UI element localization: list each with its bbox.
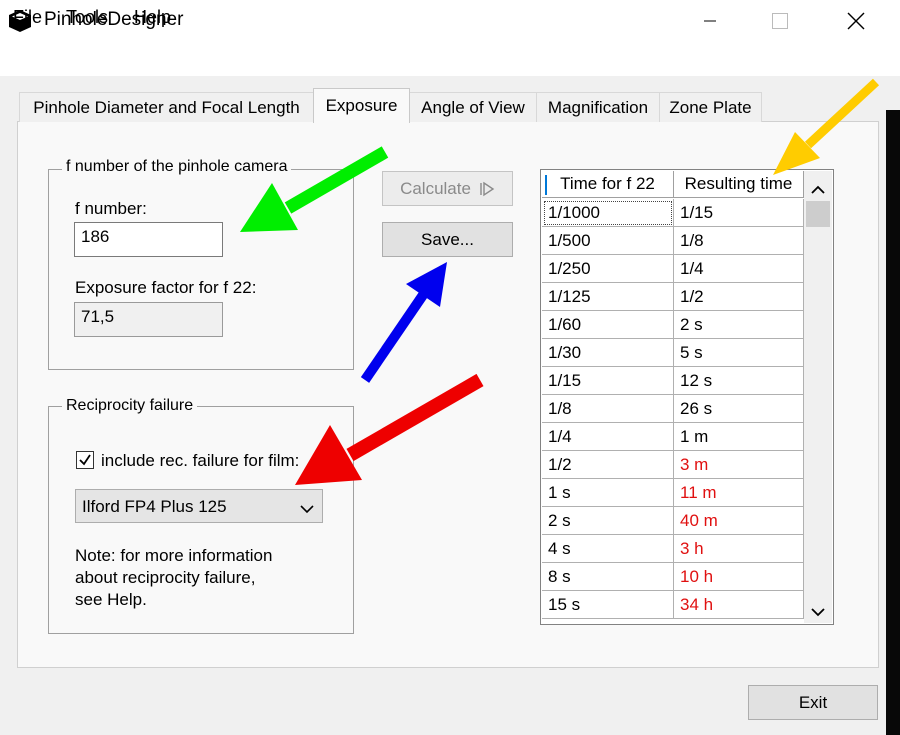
tab-zone-plate[interactable]: Zone Plate [659, 92, 762, 122]
table-cell-result[interactable]: 2 s [674, 311, 804, 339]
table-cell-time[interactable]: 1/30 [542, 339, 674, 367]
maximize-button[interactable] [750, 0, 810, 42]
table-cell-time[interactable]: 1/8 [542, 395, 674, 423]
calculate-button: Calculate [382, 171, 513, 206]
table-cell-result[interactable]: 1 m [674, 423, 804, 451]
note-line-1: Note: for more information [75, 546, 273, 565]
exit-button[interactable]: Exit [748, 685, 878, 720]
tab-magnification[interactable]: Magnification [536, 92, 660, 122]
scrollbar-thumb[interactable] [806, 201, 830, 227]
close-button[interactable] [826, 0, 886, 42]
film-select-value: Ilford FP4 Plus 125 [82, 497, 227, 516]
table-cell-time[interactable]: 1/500 [542, 227, 674, 255]
table-cell-time[interactable]: 1/1000 [542, 199, 674, 227]
exposure-factor-label: Exposure factor for f 22: [75, 278, 257, 297]
table-cell-time[interactable]: 1 s [542, 479, 674, 507]
table-cell-time[interactable]: 1/125 [542, 283, 674, 311]
menu-help[interactable]: Help [134, 7, 171, 28]
save-button[interactable]: Save... [382, 222, 513, 257]
table-cell-time[interactable]: 8 s [542, 563, 674, 591]
table-cell-result[interactable]: 26 s [674, 395, 804, 423]
menu-file[interactable]: File [13, 7, 42, 28]
tab-angle-of-view[interactable]: Angle of View [409, 92, 537, 122]
checkmark-icon [79, 454, 91, 466]
tab-exposure[interactable]: Exposure [313, 88, 410, 123]
note-line-2: about reciprocity failure, [75, 568, 256, 587]
reciprocity-checkbox-label[interactable]: include rec. failure for film: [101, 451, 299, 471]
table-cell-result[interactable]: 1/8 [674, 227, 804, 255]
fnumber-label: f number: [75, 199, 147, 218]
close-icon [847, 12, 865, 30]
table-cell-time[interactable]: 2 s [542, 507, 674, 535]
table-cell-time[interactable]: 1/4 [542, 423, 674, 451]
table-cell-result[interactable]: 11 m [674, 479, 804, 507]
reciprocity-checkbox[interactable] [76, 451, 94, 469]
maximize-icon [772, 13, 788, 29]
header-focus-marker [545, 175, 547, 195]
table-cell-time[interactable]: 1/2 [542, 451, 674, 479]
table-cell-result[interactable]: 1/4 [674, 255, 804, 283]
table-cell-result[interactable]: 1/15 [674, 199, 804, 227]
menu-tools[interactable]: Tools [66, 7, 108, 28]
chevron-down-icon [300, 499, 314, 519]
reciprocity-group-legend: Reciprocity failure [62, 397, 198, 415]
table-cell-result[interactable]: 10 h [674, 563, 804, 591]
minimize-icon [704, 20, 716, 22]
scroll-down-icon[interactable] [811, 602, 825, 622]
table-cell-result[interactable]: 34 h [674, 591, 804, 619]
menu-bar [0, 42, 900, 76]
table-cell-time[interactable]: 1/250 [542, 255, 674, 283]
tab-pinhole-diameter[interactable]: Pinhole Diameter and Focal Length [19, 92, 314, 122]
minimize-button[interactable] [680, 0, 740, 42]
table-cell-time[interactable]: 4 s [542, 535, 674, 563]
table-cell-result[interactable]: 12 s [674, 367, 804, 395]
table-cell-time[interactable]: 15 s [542, 591, 674, 619]
table-cell-result[interactable]: 3 h [674, 535, 804, 563]
table-cell-result[interactable]: 5 s [674, 339, 804, 367]
fnumber-group-legend: f number of the pinhole camera [62, 158, 292, 176]
fnumber-input[interactable]: 186 [74, 222, 223, 257]
exposure-factor-field: 71,5 [74, 302, 223, 337]
reciprocity-note: Note: for more information about recipro… [75, 545, 272, 611]
table-cell-time[interactable]: 1/60 [542, 311, 674, 339]
column-header-time[interactable]: Time for f 22 [542, 171, 674, 198]
calculate-button-label: Calculate [400, 178, 471, 198]
film-select[interactable]: Ilford FP4 Plus 125 [75, 489, 323, 523]
table-cell-result[interactable]: 40 m [674, 507, 804, 535]
exposure-time-table[interactable]: Time for f 22 Resulting time 1/1000 1/15 1… [540, 169, 834, 625]
window-edge [886, 110, 900, 735]
table-cell-result[interactable]: 1/2 [674, 283, 804, 311]
column-header-result[interactable]: Resulting time [674, 171, 804, 198]
scroll-up-icon[interactable] [811, 180, 825, 200]
note-line-3: see Help. [75, 590, 147, 609]
table-scrollbar[interactable] [804, 171, 832, 623]
table-cell-result[interactable]: 3 m [674, 451, 804, 479]
play-icon [480, 181, 495, 196]
table-cell-time[interactable]: 1/15 [542, 367, 674, 395]
